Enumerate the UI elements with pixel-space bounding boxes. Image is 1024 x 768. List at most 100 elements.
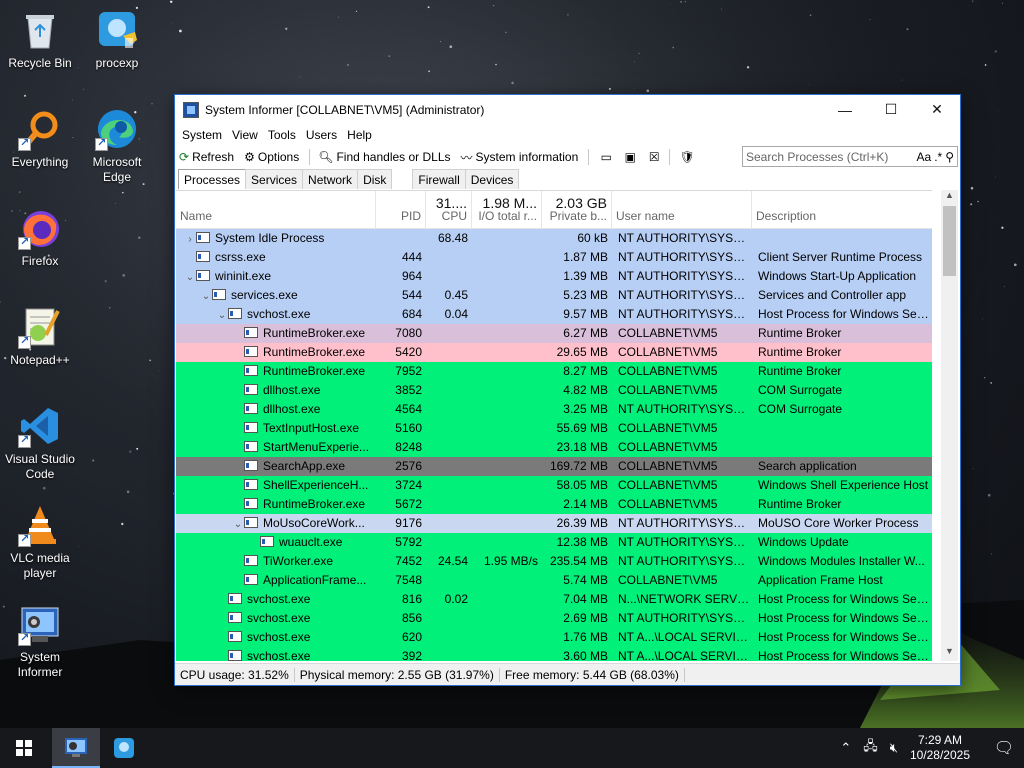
shield-icon[interactable]: 🛡︎ [678,148,696,166]
process-row[interactable]: TiWorker.exe 7452 24.54 1.95 MB/s 235.54 MB N… [176,552,932,571]
process-private-bytes: 55.69 MB [556,421,608,435]
column-header-name[interactable]: Name [176,191,376,229]
clock[interactable]: 7:29 AM 10/28/2025 [910,733,970,763]
expand-toggle[interactable]: ⌄ [200,287,212,306]
title-bar[interactable]: System Informer [COLLABNET\VM5] (Adminis… [175,95,960,124]
expand-toggle[interactable]: ⌄ [232,515,244,534]
tab-services[interactable]: Services [245,169,304,189]
recycle-bin-icon [18,8,62,52]
terminate-icon[interactable]: ☒ [645,148,663,166]
desktop-icon-system-informer[interactable]: SystemInformer [0,602,80,680]
match-case-toggle[interactable]: Aa [917,150,932,164]
find-handles-button[interactable]: 🔍︎ Find handles or DLLs [318,150,450,164]
process-row[interactable]: › System Idle Process 68.48 60 kB NT AUTHORI… [176,229,932,248]
close-button[interactable]: ✕ [914,95,960,124]
column-header-cpu[interactable]: 31.... CPU [426,191,472,229]
maximize-button[interactable]: ☐ [868,95,914,124]
expand-toggle[interactable]: › [184,230,196,249]
process-row[interactable]: RuntimeBroker.exe 7080 6.27 MB COLLABNET\VM… [176,324,932,343]
tab-devices[interactable]: Devices [464,169,520,189]
desktop-icon-everything[interactable]: Everything [0,107,80,170]
process-row[interactable]: ShellExperienceH... 3724 58.05 MB COLLABNET… [176,476,932,495]
system-tray: ⌃ 🖧︎ 🔇︎ 7:29 AM 10/28/2025 🗨︎ [840,728,1024,768]
process-icon [244,384,258,395]
tab-processes[interactable]: Processes [178,169,247,189]
minimize-button[interactable]: — [822,95,868,124]
process-tree[interactable]: Name PID 31.... CPU 1.98 M... I/O total … [176,190,932,661]
refresh-button[interactable]: ⟳ Refresh [179,150,234,164]
network-icon[interactable]: 🖧︎ [863,737,878,759]
process-row[interactable]: StartMenuExperie... 8248 23.18 MB COLLABNET… [176,438,932,457]
chevron-up-icon[interactable]: ⌃ [840,740,851,756]
start-button[interactable] [0,728,48,768]
desktop-icon-vscode[interactable]: Visual StudioCode [0,404,80,482]
desktop-icon-procexp[interactable]: procexp [77,8,157,71]
process-row[interactable]: dllhost.exe 4564 3.25 MB NT AUTHORITY\SYSTE… [176,400,932,419]
process-row[interactable]: dllhost.exe 3852 4.82 MB COLLABNET\VM5 COM S… [176,381,932,400]
taskbar-app-procexp[interactable] [100,728,148,768]
process-row[interactable]: csrss.exe 444 1.87 MB NT AUTHORITY\SYSTEM Cl… [176,248,932,267]
volume-muted-icon[interactable]: 🔇︎ [890,740,898,756]
process-row[interactable]: svchost.exe 816 0.02 7.04 MB N...\NETWORK SE… [176,590,932,609]
scroll-down-arrow[interactable]: ▼ [941,646,958,661]
process-name: dllhost.exe [263,402,321,416]
process-row[interactable]: RuntimeBroker.exe 7952 8.27 MB COLLABNET\VM… [176,362,932,381]
process-pid: 7452 [395,554,422,568]
process-pid: 4564 [395,402,422,416]
process-name: svchost.exe [247,307,311,321]
process-pid: 816 [401,592,422,606]
desktop-icon-firefox[interactable]: Firefox [0,206,80,269]
process-row[interactable]: TextInputHost.exe 5160 55.69 MB COLLABNET\V… [176,419,932,438]
process-row[interactable]: SearchApp.exe 2576 169.72 MB COLLABNET\VM5 S… [176,457,932,476]
menu-users[interactable]: Users [301,128,342,142]
process-row[interactable]: svchost.exe 856 2.69 MB NT AUTHORITY\SYSTEM… [176,609,932,628]
desktop-icon-vlc[interactable]: VLC mediaplayer [0,503,80,581]
process-pid: 8248 [395,440,422,454]
notification-center-icon[interactable]: 🗨︎ [984,728,1024,768]
menu-tools[interactable]: Tools [263,128,301,142]
process-row[interactable]: ⌄ wininit.exe 964 1.39 MB NT AUTHORITY\SYSTE… [176,267,932,286]
system-information-button[interactable]: 〰 System information [461,149,579,166]
process-user: NT AUTHORITY\SYSTEM [618,269,752,283]
process-name: RuntimeBroker.exe [263,364,366,378]
menu-system[interactable]: System [177,128,227,142]
process-row[interactable]: RuntimeBroker.exe 5672 2.14 MB COLLABNET\VM… [176,495,932,514]
regex-toggle[interactable]: .* [934,150,942,164]
expand-toggle[interactable]: ⌄ [184,268,196,287]
process-row[interactable]: RuntimeBroker.exe 5420 29.65 MB COLLABNET\V… [176,343,932,362]
scrollbar-thumb[interactable] [943,206,956,276]
search-input[interactable]: Search Processes (Ctrl+K) Aa .* ⚲ [742,146,958,167]
desktop-icon-recycle-bin[interactable]: Recycle Bin [0,8,80,71]
window-icon[interactable]: ▭ [597,148,615,166]
process-cpu: 68.48 [437,231,468,245]
desktop-icon-notepad-plus-plus[interactable]: Notepad++ [0,305,80,368]
process-row[interactable]: ApplicationFrame... 7548 5.74 MB COLLABNET\… [176,571,932,590]
taskbar-app-system-informer[interactable] [52,728,100,768]
menu-view[interactable]: View [227,128,263,142]
vertical-scrollbar[interactable]: ▲ ▼ [941,190,958,661]
column-header-private-bytes[interactable]: 2.03 GB Private b... [542,191,612,229]
process-row[interactable]: ⌄ services.exe 544 0.45 5.23 MB NT AUTHORITY\… [176,286,932,305]
process-row[interactable]: svchost.exe 620 1.76 MB NT A...\LOCAL SERVI… [176,628,932,647]
expand-toggle[interactable]: ⌄ [216,306,228,325]
scroll-up-arrow[interactable]: ▲ [941,190,958,205]
tab-firewall[interactable]: Firewall [412,169,466,189]
process-row[interactable]: wuauclt.exe 5792 12.38 MB NT AUTHORITY\SYST… [176,533,932,552]
column-header-io[interactable]: 1.98 M... I/O total r... [472,191,542,229]
process-row[interactable]: ⌄ MoUsoCoreWork... 9176 26.39 MB NT AUTHORIT… [176,514,932,533]
column-header-description[interactable]: Description [752,191,932,229]
process-row[interactable]: ⌄ svchost.exe 684 0.04 9.57 MB NT AUTHORITY\S… [176,305,932,324]
vlc-icon [18,503,62,547]
search-icon[interactable]: ⚲ [945,150,954,164]
process-icon [244,460,258,471]
menu-help[interactable]: Help [342,128,377,142]
column-header-pid[interactable]: PID [376,191,426,229]
tab-disk[interactable]: Disk [357,169,393,189]
process-name: services.exe [231,288,298,302]
column-header-user-name[interactable]: User name [612,191,752,229]
tab-network[interactable]: Network [302,169,359,189]
window-find-icon[interactable]: ▣ [621,148,639,166]
desktop-icon-edge[interactable]: MicrosoftEdge [77,107,157,185]
options-button[interactable]: ⚙ Options [244,150,299,164]
process-row[interactable]: svchost.exe 392 3.60 MB NT A...\LOCAL SERVI… [176,647,932,661]
